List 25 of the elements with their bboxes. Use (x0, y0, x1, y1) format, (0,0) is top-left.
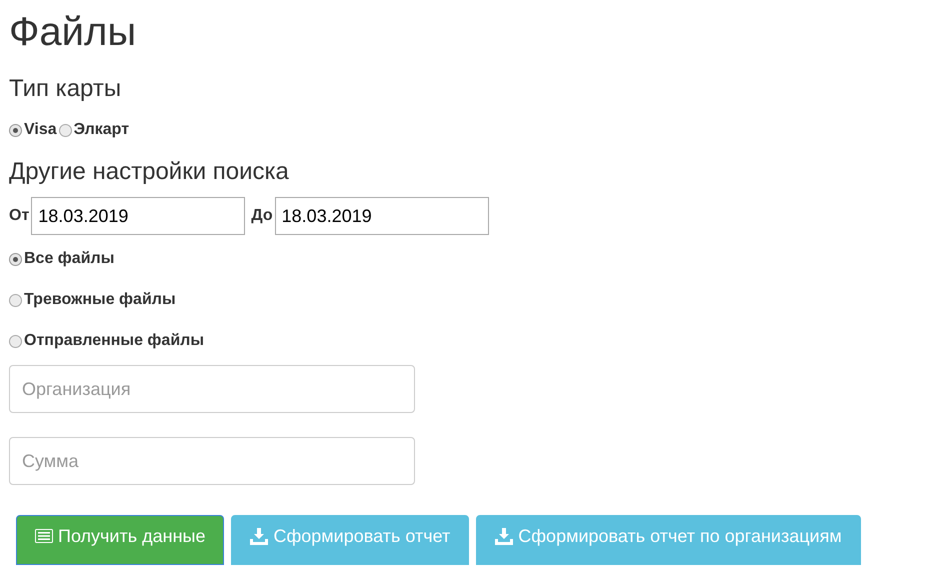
radio-button[interactable] (9, 334, 22, 348)
download-icon (250, 528, 268, 544)
radio-button[interactable] (9, 124, 22, 136)
download-icon (495, 528, 514, 544)
section-heading: Тип карты (9, 75, 122, 103)
radio-label: Отправленные файлы (24, 331, 204, 351)
radio-label: Все файлы (24, 249, 114, 269)
page-title: Файлы (9, 9, 138, 56)
radio-label: Visa (24, 120, 57, 140)
list-icon (35, 529, 53, 543)
radio-button[interactable] (9, 294, 22, 306)
date-field[interactable]: 18.03.2019 (31, 197, 246, 235)
radio-label: Тревожные файлы (24, 290, 176, 310)
radio-label: Элкарт (74, 120, 130, 140)
text-field[interactable]: Сумма (9, 437, 415, 485)
date-label: От (9, 206, 30, 226)
action-button[interactable]: Сформировать отчет по организациям (476, 515, 861, 565)
date-field[interactable]: 18.03.2019 (274, 197, 489, 235)
text-field[interactable]: Организация (9, 365, 415, 413)
date-label: До (251, 206, 273, 226)
action-button[interactable]: Сформировать отчет (231, 515, 470, 565)
radio-button[interactable] (58, 124, 72, 136)
section-heading: Другие настройки поиска (9, 158, 290, 186)
action-button[interactable]: Получить данные (16, 515, 224, 565)
radio-button[interactable] (9, 252, 22, 266)
